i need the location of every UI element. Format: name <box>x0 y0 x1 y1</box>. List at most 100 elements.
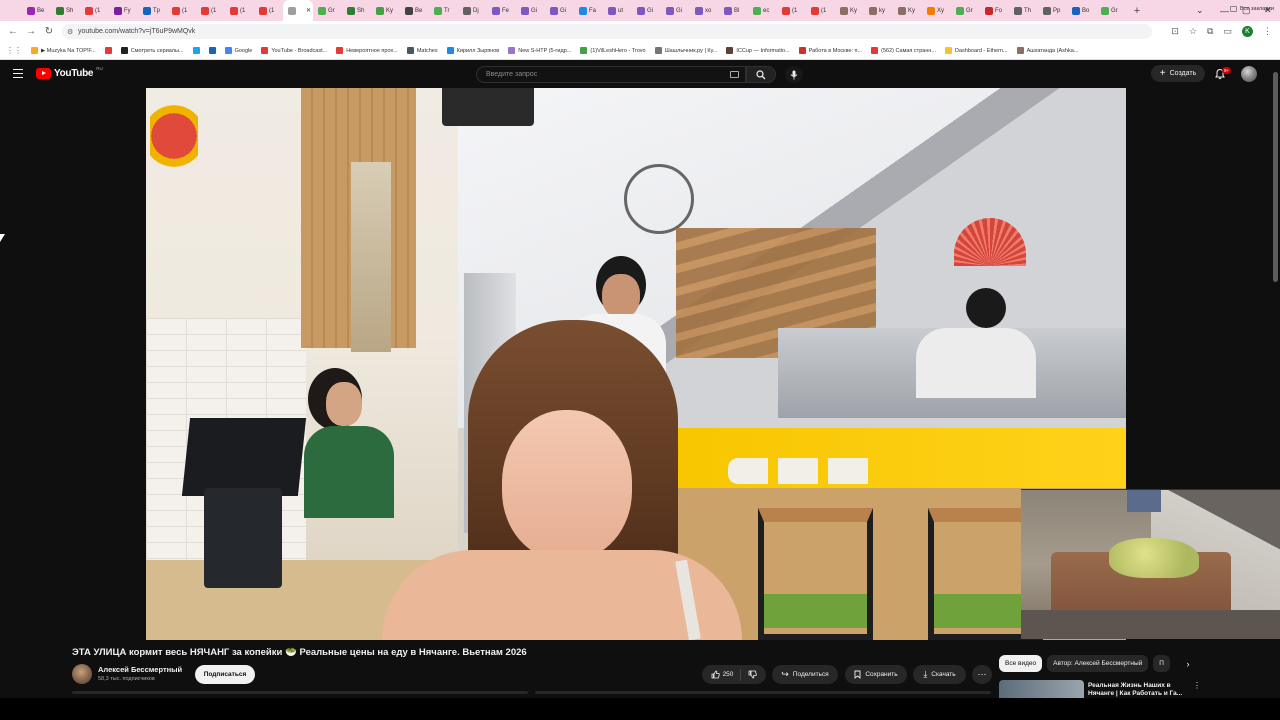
voice-search-button[interactable] <box>785 66 803 83</box>
browser-tab[interactable]: Gr <box>1096 0 1125 21</box>
recommendation-menu-icon[interactable]: ⋮ <box>1193 681 1201 690</box>
site-info-icon[interactable]: ⚙ <box>67 28 73 36</box>
apps-icon[interactable]: ⋮⋮ <box>6 46 22 55</box>
browser-tab[interactable]: (1 <box>777 0 806 21</box>
close-tab-icon[interactable]: ✕ <box>306 7 311 14</box>
browser-tab[interactable]: (1 <box>167 0 196 21</box>
bookmark-item[interactable]: Шашлычник.ру | Ку... <box>654 47 717 54</box>
browser-tab[interactable]: Fa <box>574 0 603 21</box>
chip-all-videos[interactable]: Все видео <box>999 655 1043 672</box>
bookmark-item[interactable] <box>192 47 200 54</box>
browser-tab[interactable]: (1 <box>196 0 225 21</box>
extensions-icon[interactable]: ⧉ <box>1207 26 1213 37</box>
channel-avatar[interactable] <box>72 664 92 684</box>
recommendation-thumbnail[interactable] <box>999 680 1084 700</box>
reload-icon[interactable]: ↻ <box>40 26 58 37</box>
profile-avatar[interactable]: K <box>1242 26 1253 37</box>
like-button[interactable]: 250 <box>711 670 733 679</box>
youtube-logo[interactable]: YouTube RU <box>36 66 103 79</box>
bookmark-item[interactable]: Google <box>224 47 252 54</box>
bookmark-item[interactable]: New S-HTP (5-гидр... <box>508 47 571 54</box>
browser-tab[interactable]: (1 <box>225 0 254 21</box>
scrollbar-thumb[interactable] <box>1273 72 1278 282</box>
browser-tab[interactable]: Xy <box>922 0 951 21</box>
browser-tab[interactable]: Dj <box>458 0 487 21</box>
browser-tab[interactable]: Sh <box>342 0 371 21</box>
search-input[interactable]: Введите запрос <box>476 66 746 83</box>
recommendation-title[interactable]: Реальная Жизнь Наших в Нячанге | Как Раб… <box>1088 682 1188 698</box>
browser-tab[interactable]: ky <box>864 0 893 21</box>
chip-from-author[interactable]: Автор: Алексей Бессмертный <box>1047 655 1149 672</box>
channel-name[interactable]: Алексей Бессмертный <box>98 665 182 674</box>
account-avatar[interactable] <box>1241 66 1257 82</box>
download-button[interactable]: ⤓ Скачать <box>913 665 966 684</box>
bookmark-item[interactable]: YouTube - Broadcast... <box>261 47 327 54</box>
browser-menu-icon[interactable]: ⋮ <box>1263 26 1272 37</box>
browser-tab[interactable]: Bo <box>1067 0 1096 21</box>
chevron-right-icon[interactable]: › <box>1181 657 1195 671</box>
browser-tab[interactable]: Gi <box>516 0 545 21</box>
browser-tab[interactable]: Ky <box>893 0 922 21</box>
browser-tab[interactable]: Th <box>1009 0 1038 21</box>
browser-tab[interactable]: ✕ <box>283 0 313 21</box>
search-button[interactable] <box>746 66 776 83</box>
thumbs-down-icon[interactable] <box>748 670 758 679</box>
chip-related[interactable]: П <box>1153 655 1170 672</box>
video-player[interactable] <box>146 88 1126 640</box>
save-button[interactable]: Сохранить <box>845 665 907 684</box>
browser-tab[interactable]: Sh <box>51 0 80 21</box>
browser-tab[interactable]: Ky <box>371 0 400 21</box>
browser-tab[interactable]: Tp <box>138 0 167 21</box>
bookmark-item[interactable]: (562) Самая странн... <box>871 47 936 54</box>
tab-search-icon[interactable]: ⌄ <box>1196 0 1204 21</box>
install-app-icon[interactable]: ⊡ <box>1171 26 1179 37</box>
bookmark-item[interactable]: Невероятное прох... <box>336 47 398 54</box>
keyboard-icon[interactable] <box>730 71 739 78</box>
browser-tab[interactable]: Gi <box>661 0 690 21</box>
browser-tab[interactable]: Gi <box>545 0 574 21</box>
browser-tab[interactable]: ec <box>748 0 777 21</box>
bookmark-item[interactable] <box>208 47 216 54</box>
all-bookmarks-button[interactable]: Все закладки <box>1229 0 1274 18</box>
bookmark-item[interactable]: Ашхатанда (Ashka... <box>1016 47 1078 54</box>
browser-tab[interactable]: Fe <box>487 0 516 21</box>
bookmark-item[interactable]: ICCup — Informatio... <box>726 47 790 54</box>
back-icon[interactable]: ← <box>4 26 22 37</box>
browser-tab[interactable]: (1 <box>806 0 835 21</box>
bookmark-item[interactable]: ▶ Muzyka Na TOP!F... <box>31 47 96 54</box>
more-actions-button[interactable]: ⋯ <box>972 665 992 684</box>
share-button[interactable]: ↪ Поделиться <box>772 665 838 684</box>
minimize-icon[interactable]: — <box>1220 0 1229 21</box>
bookmark-item[interactable]: Кирилл Зырянов <box>446 47 499 54</box>
menu-icon[interactable] <box>13 69 23 78</box>
forward-icon[interactable]: → <box>22 26 40 37</box>
url-field[interactable]: ⚙ youtube.com/watch?v=jT6uP9wMQvk <box>62 24 1152 39</box>
page-scrollbar[interactable] <box>1273 64 1278 697</box>
browser-tab[interactable]: Gr <box>313 0 342 21</box>
browser-tab[interactable]: (1 <box>80 0 109 21</box>
browser-tab[interactable]: ut <box>603 0 632 21</box>
browser-tab[interactable]: (1 <box>254 0 283 21</box>
create-button[interactable]: + Создать <box>1151 65 1205 82</box>
bookmark-item[interactable]: Dashboard - Ethern... <box>944 47 1008 54</box>
bookmark-item[interactable] <box>104 47 112 54</box>
browser-tab[interactable]: Tr <box>429 0 458 21</box>
bookmark-item[interactable]: Работа в Москве: п... <box>798 47 862 54</box>
browser-tab[interactable]: Fo <box>980 0 1009 21</box>
browser-tab[interactable]: xo <box>690 0 719 21</box>
browser-tab[interactable]: Ky <box>835 0 864 21</box>
new-tab-button[interactable]: + <box>1129 5 1145 17</box>
browser-tab[interactable]: Bl <box>719 0 748 21</box>
browser-tab[interactable]: Pp <box>1038 0 1067 21</box>
subscribe-button[interactable]: Подписаться <box>195 665 255 684</box>
browser-tab[interactable]: Gi <box>632 0 661 21</box>
sidepanel-icon[interactable]: ▭ <box>1223 26 1232 37</box>
bookmark-item[interactable]: Matches <box>406 47 438 54</box>
bookmark-item[interactable]: Смотреть сериалы... <box>120 47 184 54</box>
bookmark-item[interactable]: (1)VilLeshHero - Trovo <box>580 47 646 54</box>
browser-tab[interactable]: Gr <box>951 0 980 21</box>
browser-tab[interactable]: Fy <box>109 0 138 21</box>
bookmark-star-icon[interactable]: ☆ <box>1189 26 1197 37</box>
browser-tab[interactable]: Be <box>22 0 51 21</box>
browser-tab[interactable]: Be <box>400 0 429 21</box>
